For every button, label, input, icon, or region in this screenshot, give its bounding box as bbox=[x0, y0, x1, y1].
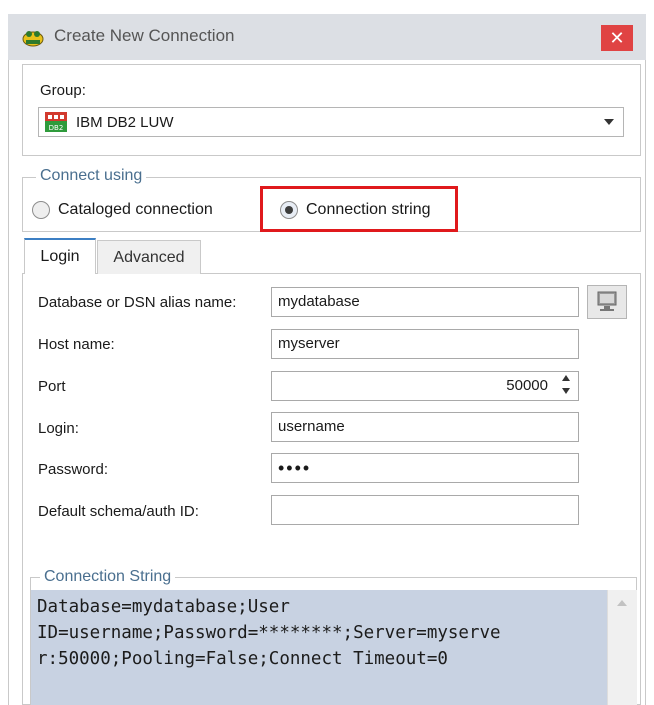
window-border-left bbox=[8, 60, 9, 705]
database-input[interactable]: mydatabase bbox=[271, 287, 579, 317]
scroll-up-icon[interactable] bbox=[617, 600, 627, 606]
database-label: Database or DSN alias name: bbox=[38, 294, 237, 311]
port-input[interactable]: 50000 bbox=[271, 371, 579, 401]
schema-label: Default schema/auth ID: bbox=[38, 503, 199, 520]
login-input[interactable]: username bbox=[271, 412, 579, 442]
port-label: Port bbox=[38, 378, 66, 395]
tab-advanced[interactable]: Advanced bbox=[97, 240, 201, 274]
browse-button[interactable] bbox=[587, 285, 627, 319]
radio-cataloged-connection[interactable] bbox=[32, 201, 50, 219]
group-selected-value: IBM DB2 LUW bbox=[76, 114, 174, 131]
schema-input[interactable] bbox=[271, 495, 579, 525]
connect-using-legend: Connect using bbox=[36, 167, 147, 185]
computer-icon bbox=[597, 291, 617, 311]
window-border-right bbox=[645, 60, 646, 705]
chevron-down-icon[interactable] bbox=[604, 119, 614, 125]
tab-login[interactable]: Login bbox=[24, 238, 96, 274]
host-label: Host name: bbox=[38, 336, 115, 353]
close-button[interactable]: ✕ bbox=[601, 25, 633, 51]
group-label: Group: bbox=[40, 82, 86, 99]
app-logo-icon bbox=[22, 31, 44, 47]
login-label: Login: bbox=[38, 420, 79, 437]
window-title: Create New Connection bbox=[54, 26, 235, 45]
host-input[interactable]: myserver bbox=[271, 329, 579, 359]
highlight-box bbox=[260, 186, 458, 232]
arrow-down-icon[interactable] bbox=[562, 388, 570, 394]
password-label: Password: bbox=[38, 461, 109, 478]
radio-label-cataloged-connection[interactable]: Cataloged connection bbox=[58, 201, 213, 219]
connection-string-legend: Connection String bbox=[40, 568, 176, 586]
db2-icon: DB2 bbox=[45, 112, 67, 132]
connection-string-scrollbar[interactable] bbox=[607, 590, 637, 705]
connection-string-textarea[interactable]: Database=mydatabase;User ID=username;Pas… bbox=[31, 590, 607, 705]
svg-text:DB2: DB2 bbox=[49, 124, 64, 132]
port-stepper[interactable] bbox=[560, 372, 574, 398]
password-input[interactable]: •••• bbox=[271, 453, 579, 483]
arrow-up-icon[interactable] bbox=[562, 375, 570, 381]
